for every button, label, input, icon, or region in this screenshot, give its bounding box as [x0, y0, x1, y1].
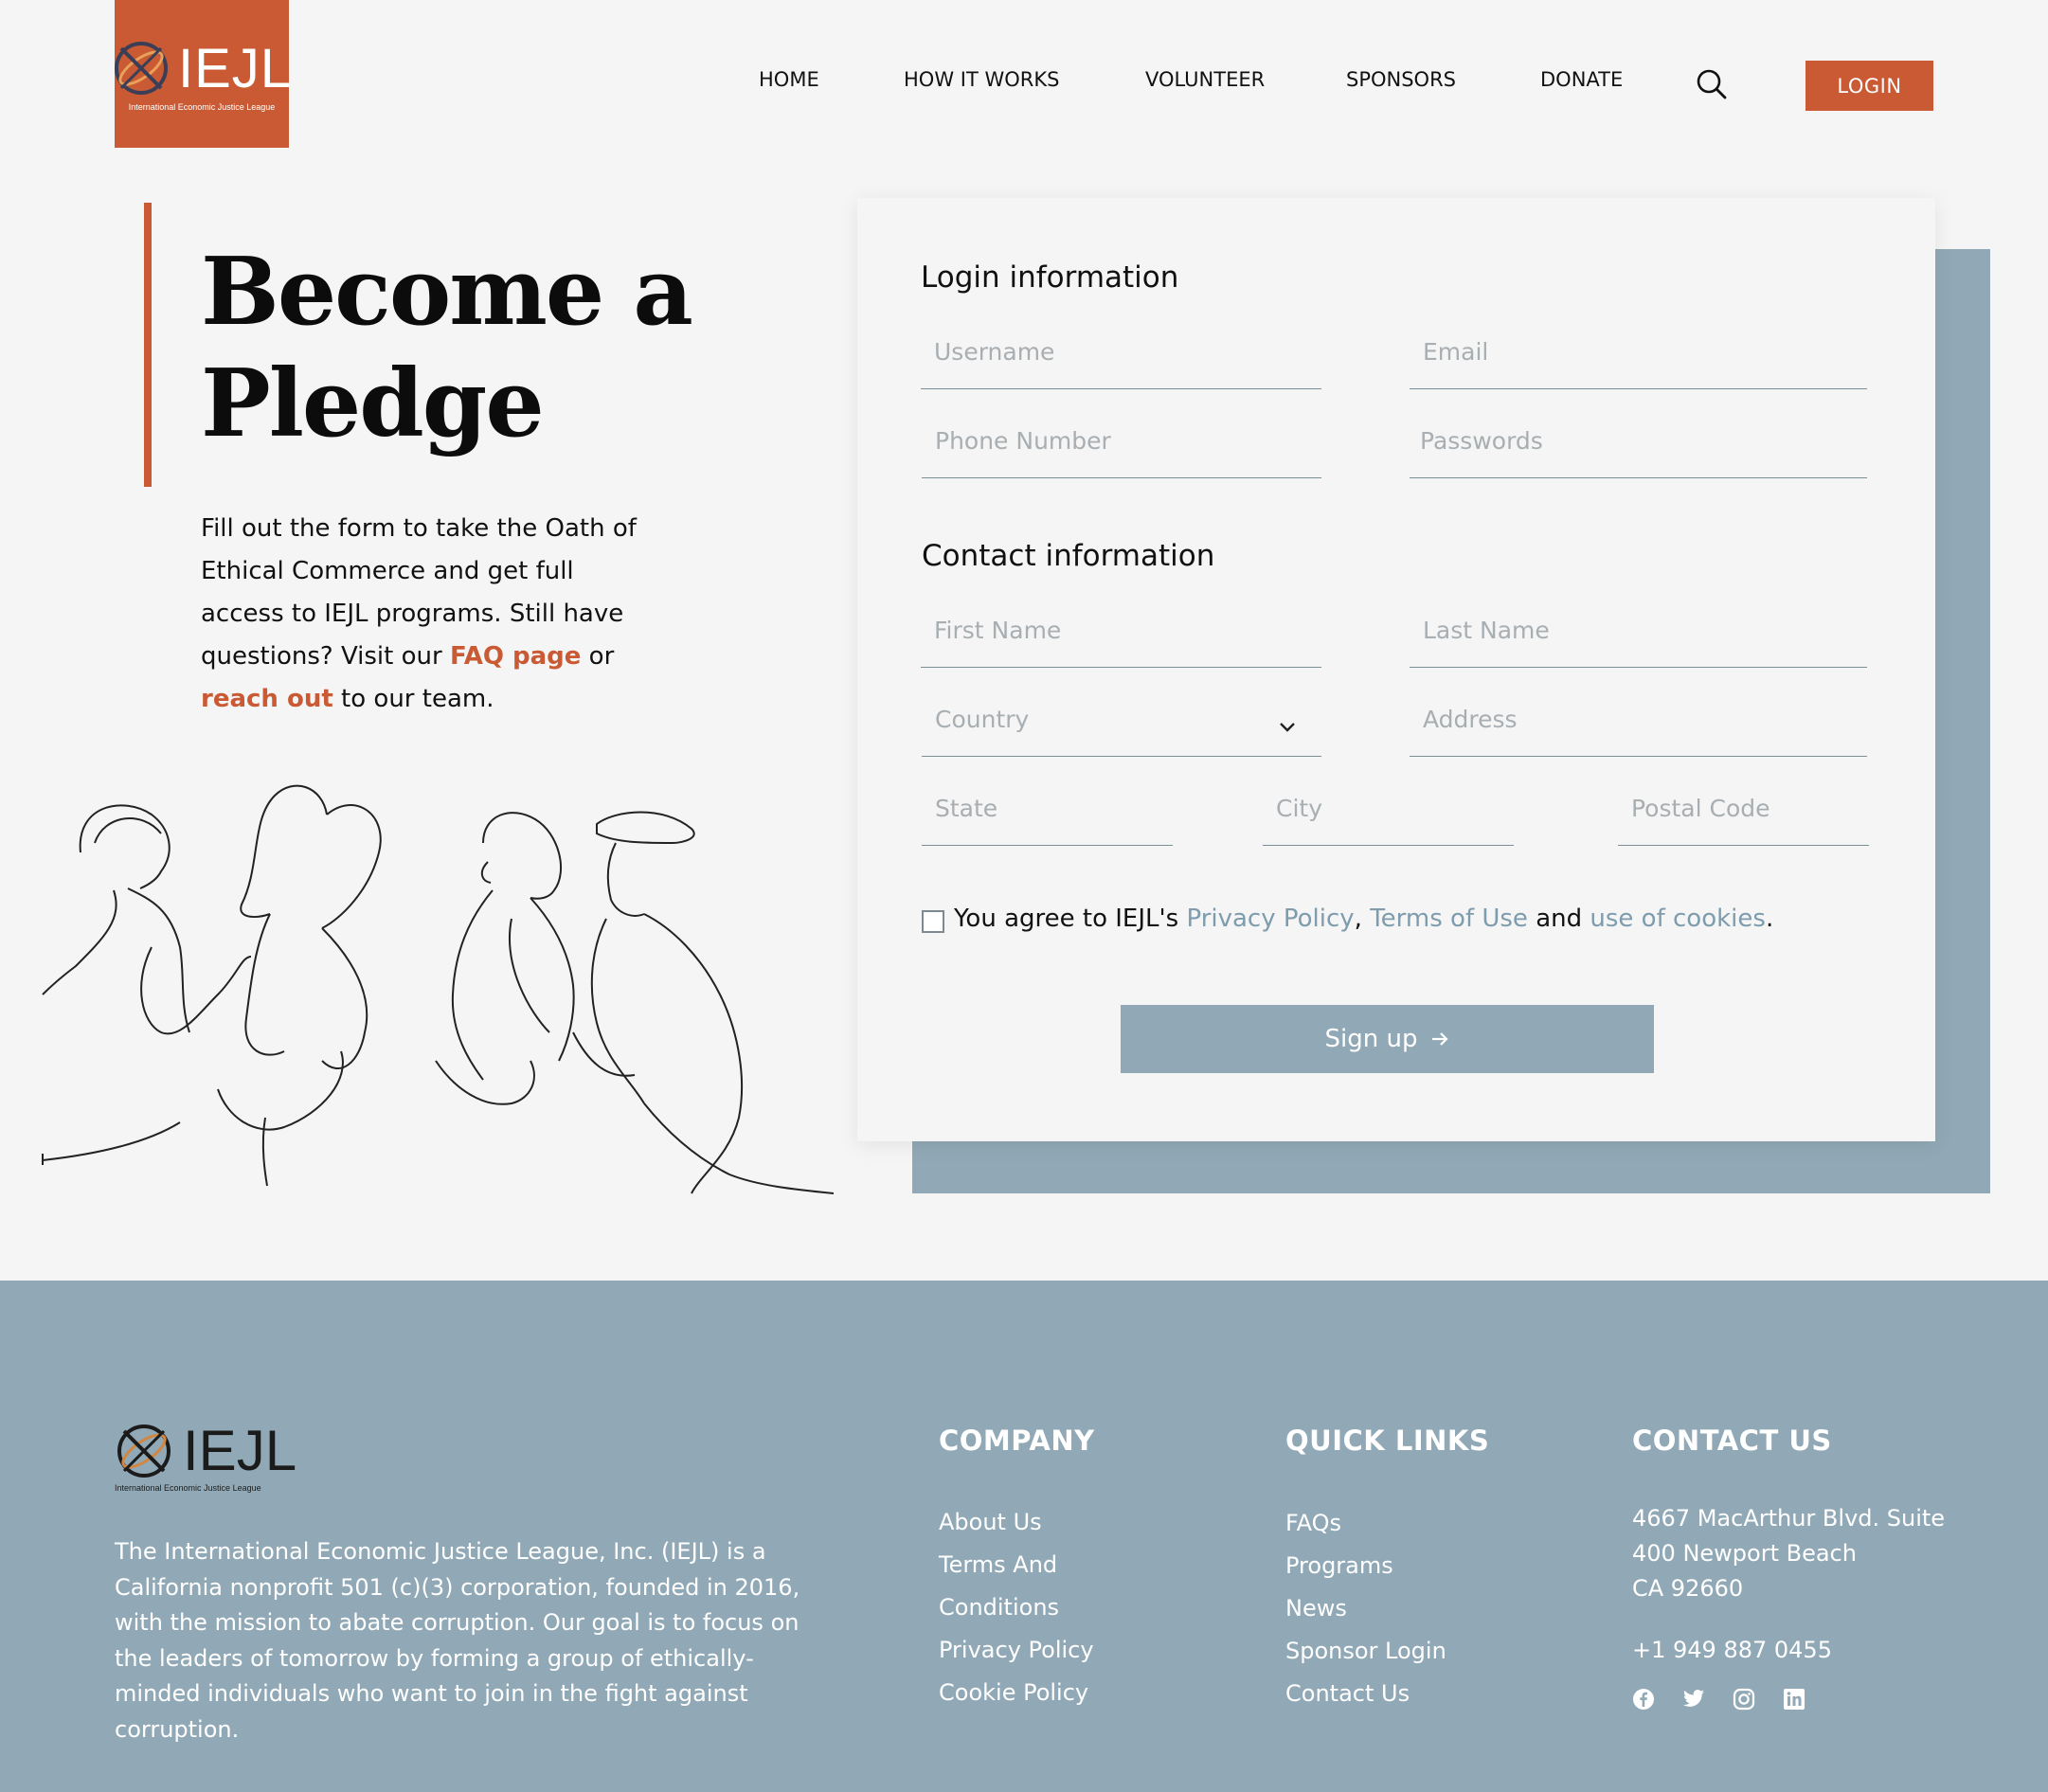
footer-link-programs[interactable]: Programs: [1285, 1545, 1446, 1587]
address-line-3: CA 92660: [1632, 1575, 1744, 1602]
agree-prefix: You agree to IEJL's: [954, 905, 1187, 933]
footer-link-faqs[interactable]: FAQs: [1285, 1502, 1446, 1545]
logo-text: IEJL: [177, 37, 293, 99]
state-field[interactable]: State: [922, 789, 1173, 846]
agree-comma: ,: [1354, 905, 1362, 933]
arrow-right-icon: [1432, 1032, 1449, 1046]
accent-bar: [144, 203, 152, 487]
agree-text: You agree to IEJL's Privacy Policy, Term…: [954, 905, 1773, 933]
privacy-policy-link[interactable]: Privacy Policy: [1186, 905, 1354, 933]
footer-logo-subtitle: International Economic Justice League: [115, 1483, 261, 1493]
footer-logo-text: IEJL: [183, 1419, 297, 1482]
signup-button[interactable]: Sign up: [1121, 1005, 1654, 1073]
footer-contact-title: CONTACT US: [1632, 1425, 1832, 1457]
nav-donate[interactable]: DONATE: [1540, 68, 1623, 91]
agree-and: and: [1527, 905, 1590, 933]
hero-text-3: to our team.: [332, 685, 494, 713]
signup-form-card: Login information Username Email Phone N…: [857, 198, 1935, 1141]
linkedin-icon[interactable]: [1781, 1686, 1807, 1712]
login-info-title: Login information: [921, 260, 1179, 295]
people-line-illustration: [42, 784, 835, 1194]
logo-mark-row: IEJL: [112, 37, 292, 100]
login-button[interactable]: LOGIN: [1805, 61, 1933, 111]
nav-sponsors[interactable]: SPONSORS: [1346, 68, 1456, 91]
nav-home[interactable]: HOME: [759, 68, 819, 91]
use-of-cookies-link[interactable]: use of cookies: [1590, 905, 1766, 933]
password-field[interactable]: Passwords: [1410, 421, 1867, 478]
globe-logo-icon: [117, 1424, 171, 1478]
footer-quick-links-list: FAQs Programs News Sponsor Login Contact…: [1285, 1502, 1446, 1715]
footer-link-conditions[interactable]: Conditions: [939, 1586, 1094, 1629]
footer-logo-row: IEJL: [115, 1418, 296, 1483]
footer-link-contact[interactable]: Contact Us: [1285, 1673, 1446, 1715]
search-icon[interactable]: [1696, 68, 1728, 100]
page-title-line2: Pledge: [201, 349, 545, 458]
footer-phone[interactable]: +1 949 887 0455: [1632, 1633, 1832, 1668]
footer-company-title: COMPANY: [939, 1425, 1095, 1457]
agree-period: .: [1765, 905, 1774, 933]
address-field[interactable]: Address: [1410, 700, 1867, 757]
signup-label: Sign up: [1324, 1025, 1418, 1053]
footer-quick-links-title: QUICK LINKS: [1285, 1425, 1490, 1457]
social-links: [1630, 1686, 1807, 1712]
footer-company-list: About Us Terms And Conditions Privacy Po…: [939, 1501, 1094, 1714]
hero-description: Fill out the form to take the Oath of Et…: [201, 508, 646, 721]
city-field[interactable]: City: [1263, 789, 1514, 846]
footer-link-privacy[interactable]: Privacy Policy: [939, 1629, 1094, 1672]
twitter-icon[interactable]: [1680, 1686, 1707, 1712]
address-line-2: 400 Newport Beach: [1632, 1540, 1857, 1567]
first-name-field[interactable]: First Name: [921, 611, 1321, 668]
agree-checkbox[interactable]: [922, 910, 944, 933]
footer-link-about[interactable]: About Us: [939, 1501, 1094, 1544]
footer-link-cookie[interactable]: Cookie Policy: [939, 1672, 1094, 1714]
contact-info-title: Contact information: [922, 539, 1215, 573]
address-line-1: 4667 MacArthur Blvd. Suite: [1632, 1505, 1946, 1532]
hero-text-2: or: [581, 642, 615, 671]
terms-of-use-link[interactable]: Terms of Use: [1370, 905, 1528, 933]
logo-subtitle: International Economic Justice League: [128, 101, 276, 112]
page-title-line1: Become a: [201, 238, 693, 347]
faq-link[interactable]: FAQ page: [450, 642, 581, 671]
email-field[interactable]: Email: [1410, 332, 1867, 389]
reach-out-link[interactable]: reach out: [201, 685, 333, 713]
footer-logo[interactable]: IEJL International Economic Justice Leag…: [115, 1418, 296, 1493]
footer-link-sponsor-login[interactable]: Sponsor Login: [1285, 1630, 1446, 1673]
globe-logo-icon: [114, 42, 168, 95]
header-logo[interactable]: IEJL International Economic Justice Leag…: [112, 0, 292, 148]
postal-code-field[interactable]: Postal Code: [1618, 789, 1869, 846]
phone-field[interactable]: Phone Number: [922, 421, 1321, 478]
nav-how-it-works[interactable]: HOW IT WORKS: [904, 68, 1059, 91]
footer-address: 4667 MacArthur Blvd. Suite 400 Newport B…: [1632, 1501, 1945, 1606]
country-select[interactable]: Country: [922, 700, 1321, 757]
instagram-icon[interactable]: [1731, 1686, 1757, 1712]
page-title: Become a Pledge: [201, 237, 693, 460]
facebook-icon[interactable]: [1630, 1686, 1657, 1712]
footer-description: The International Economic Justice Leagu…: [115, 1538, 800, 1743]
username-field[interactable]: Username: [921, 332, 1321, 389]
footer-link-news[interactable]: News: [1285, 1587, 1446, 1630]
footer-link-terms[interactable]: Terms And: [939, 1544, 1094, 1586]
chevron-down-icon: [1280, 723, 1295, 732]
nav-volunteer[interactable]: VOLUNTEER: [1145, 68, 1265, 91]
last-name-field[interactable]: Last Name: [1410, 611, 1867, 668]
country-select-label: Country: [935, 706, 1030, 733]
